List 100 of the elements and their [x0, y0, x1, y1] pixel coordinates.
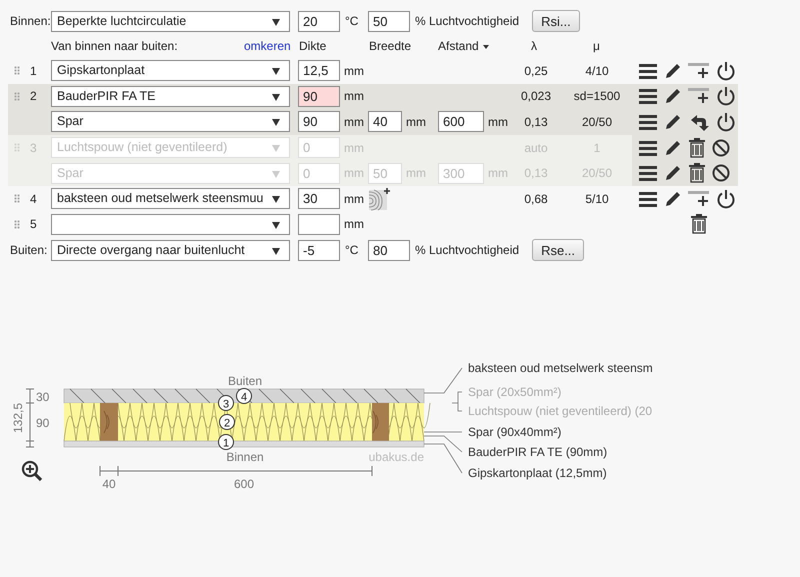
- layer-number: 2: [30, 89, 37, 104]
- prohibited-icon[interactable]: [712, 164, 730, 182]
- spacing-field[interactable]: 600: [438, 111, 484, 132]
- caret-icon: [272, 119, 280, 126]
- inside-label: Binnen: [226, 450, 264, 464]
- lambda-value: 0,023: [520, 89, 552, 104]
- rse-button[interactable]: Rse...: [532, 239, 584, 262]
- legend-label: Gipskartonplaat (12,5mm): [468, 466, 607, 480]
- pencil-icon[interactable]: [664, 87, 682, 106]
- temperature-field[interactable]: 20: [298, 10, 340, 32]
- legend-label: baksteen oud metselwerk steensm: [468, 361, 653, 376]
- texture-icon[interactable]: [368, 186, 392, 211]
- unit-label: mm: [344, 192, 364, 206]
- pencil-icon[interactable]: [664, 190, 682, 208]
- power-icon[interactable]: [716, 86, 736, 106]
- layer-marker: 4: [236, 388, 252, 404]
- direction-label: Van binnen naar buiten:: [51, 39, 178, 53]
- column-header: μ: [593, 39, 600, 53]
- rsi-button[interactable]: Rsi...: [532, 10, 580, 32]
- caret-icon: [272, 248, 280, 255]
- caret-icon: [272, 170, 280, 178]
- caret-icon: [272, 145, 280, 152]
- lambda-value: 0,25: [524, 64, 548, 78]
- legend-label: Spar (90x40mm²): [468, 425, 562, 440]
- power-icon[interactable]: [716, 112, 736, 132]
- unit-label: mm: [406, 114, 426, 129]
- total-thickness-label: 132,5: [11, 403, 25, 434]
- humidity-field[interactable]: 50: [368, 10, 410, 32]
- menu-icon[interactable]: [638, 190, 658, 208]
- credit-text: ubakus.de: [368, 450, 424, 464]
- caret-icon: [272, 222, 280, 229]
- caret-icon: [272, 94, 280, 101]
- climate-select[interactable]: Directe overgang naar buitenlucht: [51, 240, 290, 261]
- power-icon[interactable]: [716, 188, 736, 209]
- layer-marker: 3: [218, 395, 234, 412]
- caret-icon: [272, 18, 280, 26]
- temperature-unit: °C: [344, 243, 360, 258]
- layer-number: 4: [30, 192, 37, 206]
- material-select[interactable]: [51, 214, 290, 235]
- humidity-label: % Luchtvochtigheid: [414, 14, 520, 28]
- inside-label: Binnen:: [10, 14, 51, 28]
- thickness-field[interactable]: [298, 214, 340, 235]
- menu-icon[interactable]: [638, 87, 658, 106]
- layer-number: 5: [30, 217, 37, 232]
- unit-label: mm: [344, 89, 364, 104]
- climate-select[interactable]: Beperkte luchtcirculatie: [51, 10, 290, 32]
- column-header: Dikte: [299, 39, 326, 53]
- drag-handle-icon[interactable]: [14, 220, 20, 229]
- dimension-label: 90: [36, 416, 50, 430]
- material-select[interactable]: Spar: [51, 111, 290, 132]
- material-select[interactable]: baksteen oud metselwerk steensmuu: [51, 188, 290, 210]
- column-header: Breedte: [369, 39, 412, 53]
- outside-label: Buiten: [228, 374, 262, 388]
- material-select[interactable]: BauderPIR FA TE: [51, 86, 290, 107]
- lambda-value: 0,68: [524, 192, 548, 206]
- reverse-link[interactable]: omkeren: [244, 39, 291, 53]
- drag-handle-icon[interactable]: [14, 92, 20, 101]
- zoom-in-icon[interactable]: [22, 461, 42, 482]
- trash-icon[interactable]: [690, 214, 708, 234]
- unit-label: mm: [344, 217, 364, 232]
- thickness-field[interactable]: 12,5: [298, 60, 340, 82]
- outside-label: Buiten:: [10, 243, 48, 258]
- pencil-icon[interactable]: [664, 112, 682, 131]
- add-layer-icon[interactable]: [688, 62, 710, 80]
- thickness-field[interactable]: 90: [298, 86, 340, 107]
- leader-line: [424, 432, 462, 433]
- add-layer-icon[interactable]: [688, 87, 710, 106]
- thickness-field[interactable]: 30: [298, 188, 340, 210]
- thickness-field[interactable]: 90: [298, 111, 340, 132]
- mu-value: 5/10: [585, 192, 609, 206]
- menu-icon[interactable]: [638, 112, 658, 131]
- drag-handle-icon[interactable]: [14, 194, 20, 204]
- temperature-field[interactable]: -5: [298, 240, 340, 261]
- drag-handle-icon[interactable]: [14, 66, 20, 76]
- humidity-field[interactable]: 80: [368, 240, 410, 261]
- caret-icon: [272, 68, 280, 76]
- width-field[interactable]: 40: [368, 111, 402, 132]
- layer-marker: 1: [218, 434, 234, 450]
- unit-label: mm: [344, 64, 364, 78]
- dimension-label: 40: [102, 477, 116, 492]
- humidity-label: % Luchtvochtigheid: [414, 243, 520, 258]
- pencil-icon[interactable]: [664, 164, 682, 182]
- mu-value: 20/50: [582, 114, 612, 129]
- power-icon[interactable]: [716, 60, 736, 81]
- column-header[interactable]: Afstand: [438, 39, 489, 53]
- caret-icon: [272, 196, 280, 204]
- dimension-label: 30: [36, 390, 50, 404]
- material-select[interactable]: Gipskartonplaat: [51, 60, 290, 82]
- trash-icon[interactable]: [688, 163, 706, 184]
- menu-icon[interactable]: [638, 62, 658, 80]
- unit-label: mm: [488, 114, 508, 129]
- pencil-icon[interactable]: [664, 62, 682, 80]
- layer-marker: 2: [219, 414, 235, 430]
- add-layer-icon[interactable]: [688, 190, 710, 208]
- temperature-unit: °C: [344, 14, 360, 28]
- mu-value: sd=1500: [574, 89, 620, 104]
- lambda-value: 0,13: [524, 114, 548, 129]
- legend-label: Luchtspouw (niet geventileerd) (20: [468, 404, 652, 418]
- unit-label: mm: [344, 114, 364, 129]
- menu-icon[interactable]: [638, 164, 658, 182]
